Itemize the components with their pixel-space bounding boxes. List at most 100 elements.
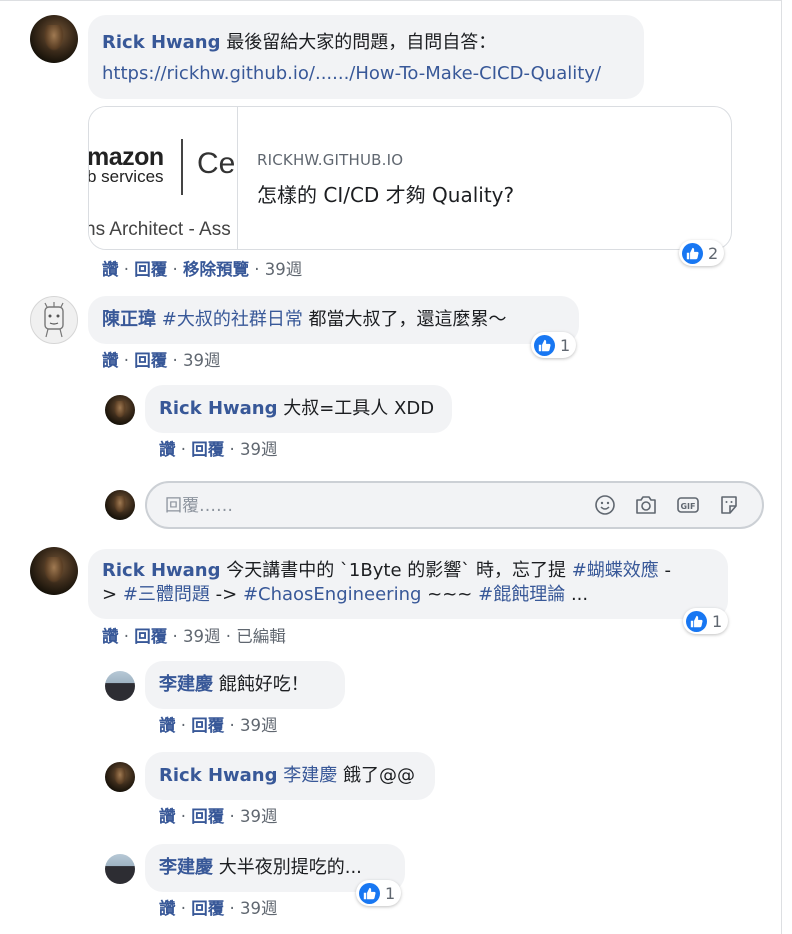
timestamp[interactable]: 39週 xyxy=(265,260,303,279)
comment-text: 今天講書中的 `1Byte 的影響` 時，忘了提 xyxy=(220,560,572,581)
comment-author[interactable]: 李建慶 xyxy=(159,857,213,878)
reaction-count[interactable]: 1 xyxy=(531,332,577,358)
emoji-icon[interactable] xyxy=(592,492,618,518)
timestamp[interactable]: 39週 xyxy=(240,440,278,459)
comment-actions: 讚 · 回覆 · 39週 xyxy=(102,351,221,370)
comment-text: > xyxy=(102,584,123,605)
reaction-number: 1 xyxy=(560,335,571,355)
avatar-rick-hwang[interactable] xyxy=(30,547,78,595)
timestamp[interactable]: 39週 xyxy=(240,899,278,918)
comment-text: 餛飩好吃！ xyxy=(213,674,309,695)
timestamp[interactable]: 39週 xyxy=(183,351,221,370)
comment-text: 大叔=工具人 XDD xyxy=(277,398,435,419)
like-link[interactable]: 讚 xyxy=(102,260,119,279)
avatar-rick-hwang[interactable] xyxy=(30,15,78,63)
comment-actions: 讚 · 回覆 · 39週 xyxy=(159,807,278,826)
svg-text:GIF: GIF xyxy=(680,502,695,511)
comment-author[interactable]: Rick Hwang xyxy=(159,398,277,419)
comment-text: -> xyxy=(209,584,243,605)
avatar-rick-hwang[interactable] xyxy=(105,762,135,792)
comment-text: - xyxy=(658,560,672,581)
hashtag-link[interactable]: #三體問題 xyxy=(123,584,210,605)
remove-preview-link[interactable]: 移除預覽 xyxy=(183,260,249,279)
link-preview-domain: RICKHW.GITHUB.IO xyxy=(257,151,404,169)
comment-actions: 讚 · 回覆 · 39週 xyxy=(159,899,278,918)
comment-text: 大半夜別提吃的... xyxy=(213,857,362,878)
sticker-icon[interactable] xyxy=(716,492,742,518)
reaction-count[interactable]: 1 xyxy=(683,608,729,634)
timestamp[interactable]: 39週 xyxy=(240,716,278,735)
like-icon xyxy=(682,242,703,264)
reply-bubble: Rick Hwang 李建慶 餓了@@ xyxy=(145,752,435,800)
like-link[interactable]: 讚 xyxy=(159,807,176,826)
reply-link[interactable]: 回覆 xyxy=(134,260,167,279)
timestamp[interactable]: 39週 xyxy=(240,807,278,826)
link-preview-image: mazon b services Ce ns Architect - Ass xyxy=(89,107,238,249)
hashtag-link[interactable]: #大叔的社群日常 xyxy=(162,309,303,330)
camera-icon[interactable] xyxy=(633,492,659,518)
like-icon xyxy=(686,610,707,632)
hashtag-link[interactable]: #ChaosEngineering xyxy=(243,584,421,605)
avatar-li-jian-qing[interactable] xyxy=(105,671,135,701)
preview-image-text: Ce xyxy=(197,147,236,180)
comment-actions: 讚 · 回覆 · 39週 · 已編輯 xyxy=(102,627,286,646)
hashtag-link[interactable]: #蝴蝶效應 xyxy=(572,560,659,581)
see-more-link[interactable]: ... xyxy=(565,584,588,605)
preview-image-text: b services xyxy=(89,167,164,186)
like-icon xyxy=(534,334,555,356)
link-preview-card[interactable]: mazon b services Ce ns Architect - Ass R… xyxy=(88,106,732,250)
current-user-avatar xyxy=(105,490,135,520)
timestamp[interactable]: 39週 xyxy=(183,627,221,646)
reaction-count[interactable]: 2 xyxy=(679,240,725,266)
mention-link[interactable]: 李建慶 xyxy=(283,765,337,786)
like-link[interactable]: 讚 xyxy=(102,627,119,646)
comment-bubble-3: Rick Hwang 今天講書中的 `1Byte 的影響` 時，忘了提 #蝴蝶效… xyxy=(88,549,728,619)
comment-text: 最後留給大家的問題，自問自答： xyxy=(226,32,497,53)
panel-right-border xyxy=(781,0,782,934)
reaction-count[interactable]: 1 xyxy=(356,880,402,906)
comment-bubble-1: Rick Hwang 最後留給大家的問題，自問自答： https://rickh… xyxy=(88,15,644,99)
preview-image-text: ns Architect - Ass xyxy=(89,219,231,240)
comment-link[interactable]: https://rickhw.github.io/....../How-To-M… xyxy=(102,63,601,84)
comment-text: ~~~ xyxy=(421,584,479,605)
comment-actions: 讚 · 回覆 · 39週 xyxy=(159,440,278,459)
reply-input[interactable] xyxy=(163,493,567,519)
like-link[interactable]: 讚 xyxy=(102,351,119,370)
comment-actions: 讚 · 回覆 · 39週 xyxy=(159,716,278,735)
reaction-number: 1 xyxy=(712,611,723,631)
reaction-number: 1 xyxy=(385,883,396,903)
preview-image-divider xyxy=(181,139,183,195)
comment-author[interactable]: Rick Hwang xyxy=(102,560,220,581)
comment-text: 都當大叔了，還這麼累～ xyxy=(302,309,507,330)
comment-author[interactable]: 李建慶 xyxy=(159,674,213,695)
panel-top-border xyxy=(0,0,782,1)
comment-bubble-2: 陳正瑋 #大叔的社群日常 都當大叔了，還這麼累～ xyxy=(88,296,579,344)
reply-link[interactable]: 回覆 xyxy=(191,440,224,459)
reply-bubble: 李建慶 餛飩好吃！ xyxy=(145,661,345,709)
like-link[interactable]: 讚 xyxy=(159,716,176,735)
reply-link[interactable]: 回覆 xyxy=(191,807,224,826)
avatar-rick-hwang[interactable] xyxy=(105,395,135,425)
comment-author[interactable]: 陳正瑋 xyxy=(102,309,156,330)
hashtag-link[interactable]: #餛飩理論 xyxy=(478,584,565,605)
reply-composer[interactable]: GIF xyxy=(145,481,764,529)
reaction-number: 2 xyxy=(708,243,719,263)
comment-author[interactable]: Rick Hwang xyxy=(159,765,277,786)
comment-actions: 讚 · 回覆 · 移除預覽 · 39週 xyxy=(102,260,303,279)
reply-link[interactable]: 回覆 xyxy=(134,627,167,646)
edited-label[interactable]: 已編輯 xyxy=(236,627,286,646)
link-preview-title[interactable]: 怎樣的 CI/CD 才夠 Quality? xyxy=(257,179,514,208)
comment-text: 餓了@@ xyxy=(337,765,415,786)
gif-icon[interactable]: GIF xyxy=(675,492,701,518)
like-icon xyxy=(359,882,380,904)
like-link[interactable]: 讚 xyxy=(159,440,176,459)
avatar-chen-zheng-wei[interactable] xyxy=(30,296,78,344)
like-link[interactable]: 讚 xyxy=(159,899,176,918)
reply-bubble: Rick Hwang 大叔=工具人 XDD xyxy=(145,385,452,433)
avatar-li-jian-qing[interactable] xyxy=(105,854,135,884)
reply-link[interactable]: 回覆 xyxy=(191,716,224,735)
avatar-drawing xyxy=(44,302,64,338)
reply-link[interactable]: 回覆 xyxy=(191,899,224,918)
reply-link[interactable]: 回覆 xyxy=(134,351,167,370)
comment-author[interactable]: Rick Hwang xyxy=(102,32,220,53)
